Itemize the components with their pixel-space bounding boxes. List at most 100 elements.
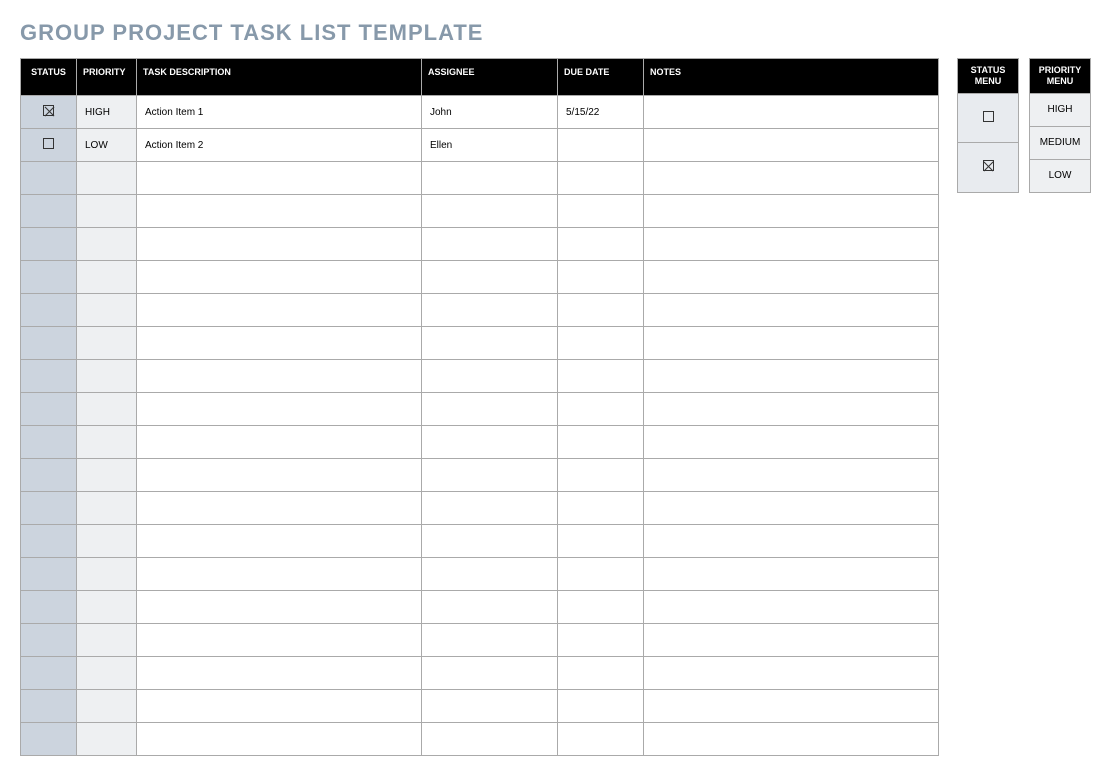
cell-due-date[interactable] (558, 393, 644, 426)
cell-priority[interactable] (77, 459, 137, 492)
cell-status[interactable] (21, 228, 77, 261)
cell-notes[interactable] (644, 723, 939, 756)
cell-notes[interactable] (644, 459, 939, 492)
cell-notes[interactable] (644, 393, 939, 426)
cell-notes[interactable] (644, 294, 939, 327)
cell-description[interactable] (137, 657, 422, 690)
cell-status[interactable] (21, 558, 77, 591)
cell-notes[interactable] (644, 228, 939, 261)
cell-assignee[interactable] (422, 558, 558, 591)
cell-description[interactable]: Action Item 1 (137, 96, 422, 129)
cell-priority[interactable] (77, 393, 137, 426)
cell-assignee[interactable] (422, 195, 558, 228)
cell-priority[interactable] (77, 723, 137, 756)
cell-notes[interactable] (644, 96, 939, 129)
cell-due-date[interactable] (558, 327, 644, 360)
cell-priority[interactable] (77, 657, 137, 690)
checkbox-checked-icon[interactable] (43, 105, 54, 116)
cell-description[interactable] (137, 162, 422, 195)
cell-assignee[interactable] (422, 228, 558, 261)
cell-priority[interactable] (77, 360, 137, 393)
cell-due-date[interactable] (558, 426, 644, 459)
cell-due-date[interactable] (558, 228, 644, 261)
cell-status[interactable] (21, 294, 77, 327)
cell-status[interactable] (21, 327, 77, 360)
cell-priority[interactable] (77, 426, 137, 459)
cell-status[interactable] (21, 96, 77, 129)
cell-description[interactable] (137, 195, 422, 228)
cell-status[interactable] (21, 129, 77, 162)
cell-description[interactable] (137, 558, 422, 591)
cell-notes[interactable] (644, 261, 939, 294)
cell-priority[interactable] (77, 492, 137, 525)
cell-assignee[interactable] (422, 657, 558, 690)
cell-notes[interactable] (644, 360, 939, 393)
cell-notes[interactable] (644, 657, 939, 690)
cell-status[interactable] (21, 426, 77, 459)
cell-notes[interactable] (644, 558, 939, 591)
cell-status[interactable] (21, 690, 77, 723)
cell-due-date[interactable] (558, 723, 644, 756)
cell-notes[interactable] (644, 591, 939, 624)
cell-description[interactable] (137, 690, 422, 723)
cell-status[interactable] (21, 261, 77, 294)
cell-notes[interactable] (644, 195, 939, 228)
cell-due-date[interactable] (558, 129, 644, 162)
cell-status[interactable] (21, 393, 77, 426)
cell-notes[interactable] (644, 525, 939, 558)
cell-priority[interactable]: HIGH (77, 96, 137, 129)
cell-description[interactable]: Action Item 2 (137, 129, 422, 162)
cell-assignee[interactable] (422, 261, 558, 294)
cell-due-date[interactable] (558, 459, 644, 492)
cell-notes[interactable] (644, 426, 939, 459)
cell-status[interactable] (21, 492, 77, 525)
cell-description[interactable] (137, 459, 422, 492)
checkbox-unchecked-icon[interactable] (43, 138, 54, 149)
cell-due-date[interactable] (558, 492, 644, 525)
cell-priority[interactable]: LOW (77, 129, 137, 162)
cell-description[interactable] (137, 492, 422, 525)
cell-due-date[interactable] (558, 195, 644, 228)
cell-due-date[interactable] (558, 162, 644, 195)
cell-priority[interactable] (77, 591, 137, 624)
cell-assignee[interactable] (422, 459, 558, 492)
cell-due-date[interactable] (558, 657, 644, 690)
cell-assignee[interactable] (422, 426, 558, 459)
cell-priority[interactable] (77, 327, 137, 360)
cell-priority[interactable] (77, 525, 137, 558)
cell-assignee[interactable] (422, 591, 558, 624)
cell-status[interactable] (21, 624, 77, 657)
cell-due-date[interactable] (558, 525, 644, 558)
cell-notes[interactable] (644, 162, 939, 195)
cell-description[interactable] (137, 426, 422, 459)
cell-assignee[interactable] (422, 294, 558, 327)
cell-assignee[interactable] (422, 492, 558, 525)
cell-status[interactable] (21, 657, 77, 690)
cell-due-date[interactable] (558, 261, 644, 294)
cell-assignee[interactable]: John (422, 96, 558, 129)
cell-notes[interactable] (644, 492, 939, 525)
cell-status[interactable] (21, 459, 77, 492)
cell-priority[interactable] (77, 162, 137, 195)
cell-priority[interactable] (77, 228, 137, 261)
cell-description[interactable] (137, 294, 422, 327)
cell-assignee[interactable] (422, 393, 558, 426)
cell-description[interactable] (137, 228, 422, 261)
cell-status[interactable] (21, 360, 77, 393)
cell-notes[interactable] (644, 129, 939, 162)
cell-due-date[interactable] (558, 294, 644, 327)
cell-description[interactable] (137, 360, 422, 393)
cell-due-date[interactable] (558, 591, 644, 624)
cell-due-date[interactable]: 5/15/22 (558, 96, 644, 129)
cell-priority[interactable] (77, 558, 137, 591)
cell-description[interactable] (137, 327, 422, 360)
cell-description[interactable] (137, 525, 422, 558)
cell-status[interactable] (21, 162, 77, 195)
cell-status[interactable] (21, 723, 77, 756)
cell-description[interactable] (137, 723, 422, 756)
cell-priority[interactable] (77, 261, 137, 294)
cell-priority[interactable] (77, 690, 137, 723)
cell-description[interactable] (137, 261, 422, 294)
cell-priority[interactable] (77, 294, 137, 327)
cell-due-date[interactable] (558, 624, 644, 657)
